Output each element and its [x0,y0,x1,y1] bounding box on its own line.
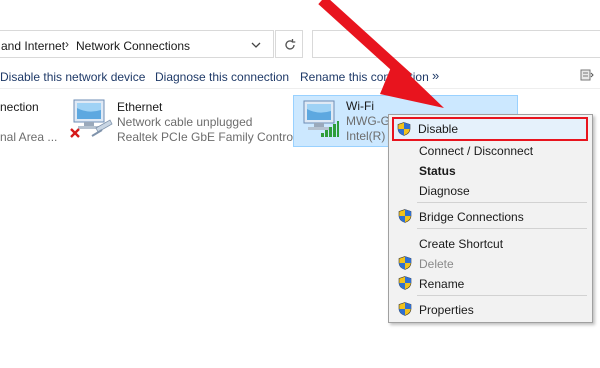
red-arrow-annotation-icon [318,0,444,108]
